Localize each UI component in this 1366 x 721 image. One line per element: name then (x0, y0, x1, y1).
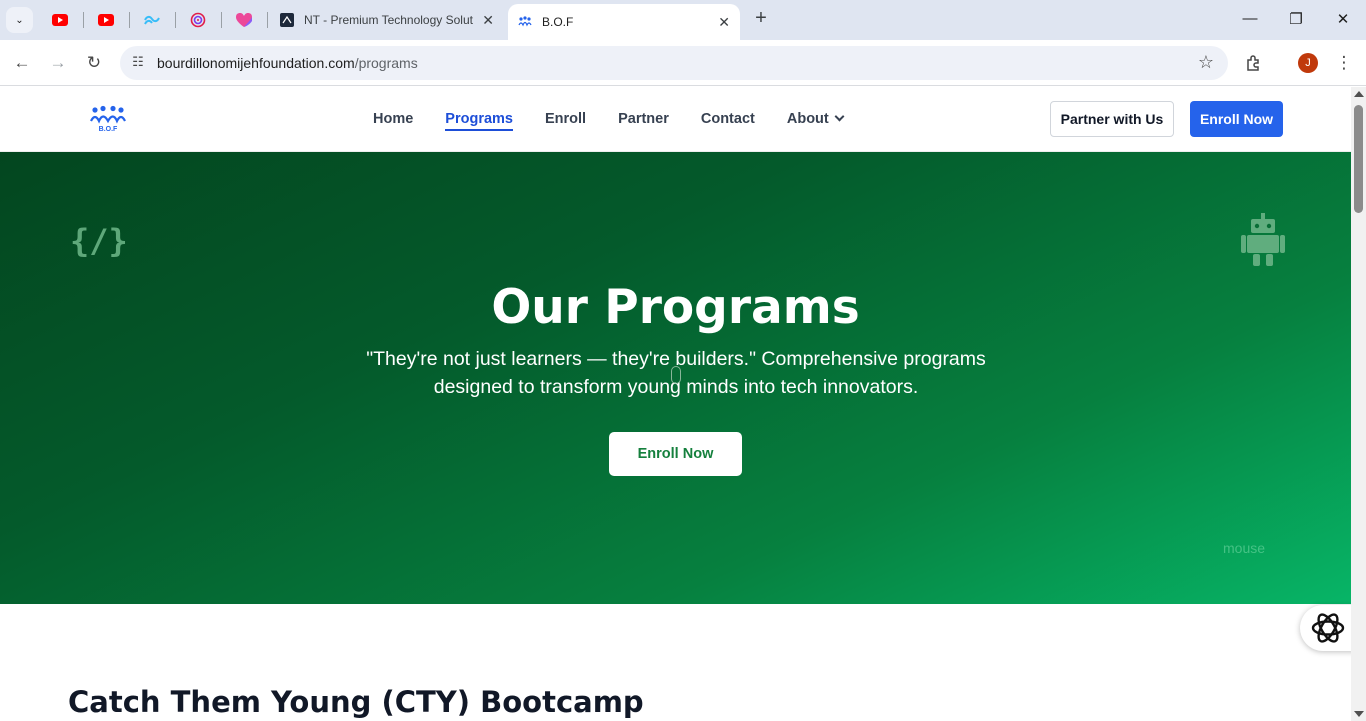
tab-separator (267, 12, 268, 28)
reload-icon[interactable]: ↻ (82, 51, 106, 75)
ai-assistant-button[interactable] (1300, 605, 1351, 651)
pinned-tab-youtube-2[interactable] (95, 9, 117, 31)
nav-about[interactable]: About (786, 111, 845, 127)
close-tab-icon[interactable]: ✕ (718, 14, 730, 31)
tab-separator (175, 12, 176, 28)
chevron-down-icon: ⌄ (15, 14, 24, 26)
site-navbar: B.O.F Home Programs Enroll Partner Conta… (0, 87, 1351, 152)
pinned-tab-youtube[interactable] (49, 9, 71, 31)
spiral-icon (190, 12, 206, 28)
tab-bof[interactable]: B.O.F ✕ (508, 4, 740, 40)
openai-knot-icon (1311, 613, 1345, 643)
site-info-icon[interactable]: ☷ (129, 54, 147, 72)
tab-nt[interactable]: NT - Premium Technology Solut ✕ (270, 4, 504, 36)
nav-programs[interactable]: Programs (445, 111, 513, 131)
pinned-tab-bookmark[interactable] (233, 9, 255, 31)
broken-image-mouse: mouse (1223, 540, 1266, 556)
pinned-tab-spiral[interactable] (187, 9, 209, 31)
partner-with-us-button[interactable]: Partner with Us (1050, 101, 1174, 137)
scroll-up-arrow-icon[interactable] (1354, 91, 1364, 97)
tab-separator (221, 12, 222, 28)
hero-enroll-button[interactable]: Enroll Now (609, 432, 742, 476)
tab-separator (83, 12, 84, 28)
nav-about-label: About (786, 111, 829, 127)
close-window-icon[interactable]: ✕ (1333, 10, 1353, 28)
code-braces-icon: {/} (70, 222, 128, 260)
tailwind-icon (144, 15, 160, 25)
tab-search-button[interactable]: ⌄ (6, 7, 33, 33)
bookmark-heart-icon (236, 13, 252, 27)
enroll-now-nav-button[interactable]: Enroll Now (1190, 101, 1283, 137)
bookmark-star-icon[interactable]: ☆ (1198, 52, 1214, 73)
extensions-icon[interactable] (1242, 51, 1266, 75)
svg-text:B.O.F: B.O.F (99, 126, 118, 133)
scrollbar-thumb[interactable] (1354, 105, 1363, 213)
browser-tab-strip: ⌄ NT - Premium Technology Solut ✕ B.O.F … (0, 0, 1366, 40)
bof-logo[interactable]: B.O.F (88, 105, 128, 133)
nt-favicon (280, 13, 294, 27)
browser-toolbar: ← → ↻ ☷ bourdillonomijehfoundation.com/p… (0, 40, 1366, 86)
nav-contact[interactable]: Contact (701, 111, 755, 127)
nav-partner[interactable]: Partner (618, 111, 669, 127)
minimize-icon[interactable]: — (1240, 10, 1260, 27)
forward-arrow-icon[interactable]: → (46, 51, 70, 75)
hero-title: Our Programs (491, 280, 860, 335)
hero-section: {/} Our Programs "They're not just learn… (0, 152, 1351, 604)
webpage: B.O.F Home Programs Enroll Partner Conta… (0, 87, 1351, 721)
tab-title: NT - Premium Technology Solut (304, 13, 473, 27)
section-title: Catch Them Young (CTY) Bootcamp (68, 685, 644, 719)
pinned-tab-tailwind[interactable] (141, 9, 163, 31)
youtube-icon (52, 14, 68, 26)
android-robot-icon (1241, 213, 1285, 266)
restore-icon[interactable]: ❐ (1286, 10, 1306, 28)
bof-favicon (518, 16, 532, 27)
page-scrollbar[interactable] (1351, 87, 1366, 721)
address-bar[interactable]: ☷ bourdillonomijehfoundation.com/program… (120, 46, 1228, 80)
new-tab-button[interactable]: + (750, 8, 772, 30)
back-arrow-icon[interactable]: ← (10, 51, 34, 75)
chevron-down-icon (834, 111, 845, 122)
mouse-outline-icon (671, 366, 681, 384)
close-tab-icon[interactable]: ✕ (482, 12, 494, 29)
url-text: bourdillonomijehfoundation.com/programs (157, 55, 418, 71)
nav-home[interactable]: Home (373, 111, 413, 127)
tab-title: B.O.F (542, 15, 574, 29)
scroll-down-arrow-icon[interactable] (1354, 711, 1364, 717)
menu-kebab-icon[interactable]: ⋮ (1332, 51, 1356, 75)
profile-avatar[interactable]: J (1298, 53, 1318, 73)
nav-enroll[interactable]: Enroll (545, 111, 586, 127)
nav-links: Home Programs Enroll Partner Contact Abo… (373, 111, 875, 131)
tab-separator (129, 12, 130, 28)
youtube-icon (98, 14, 114, 26)
